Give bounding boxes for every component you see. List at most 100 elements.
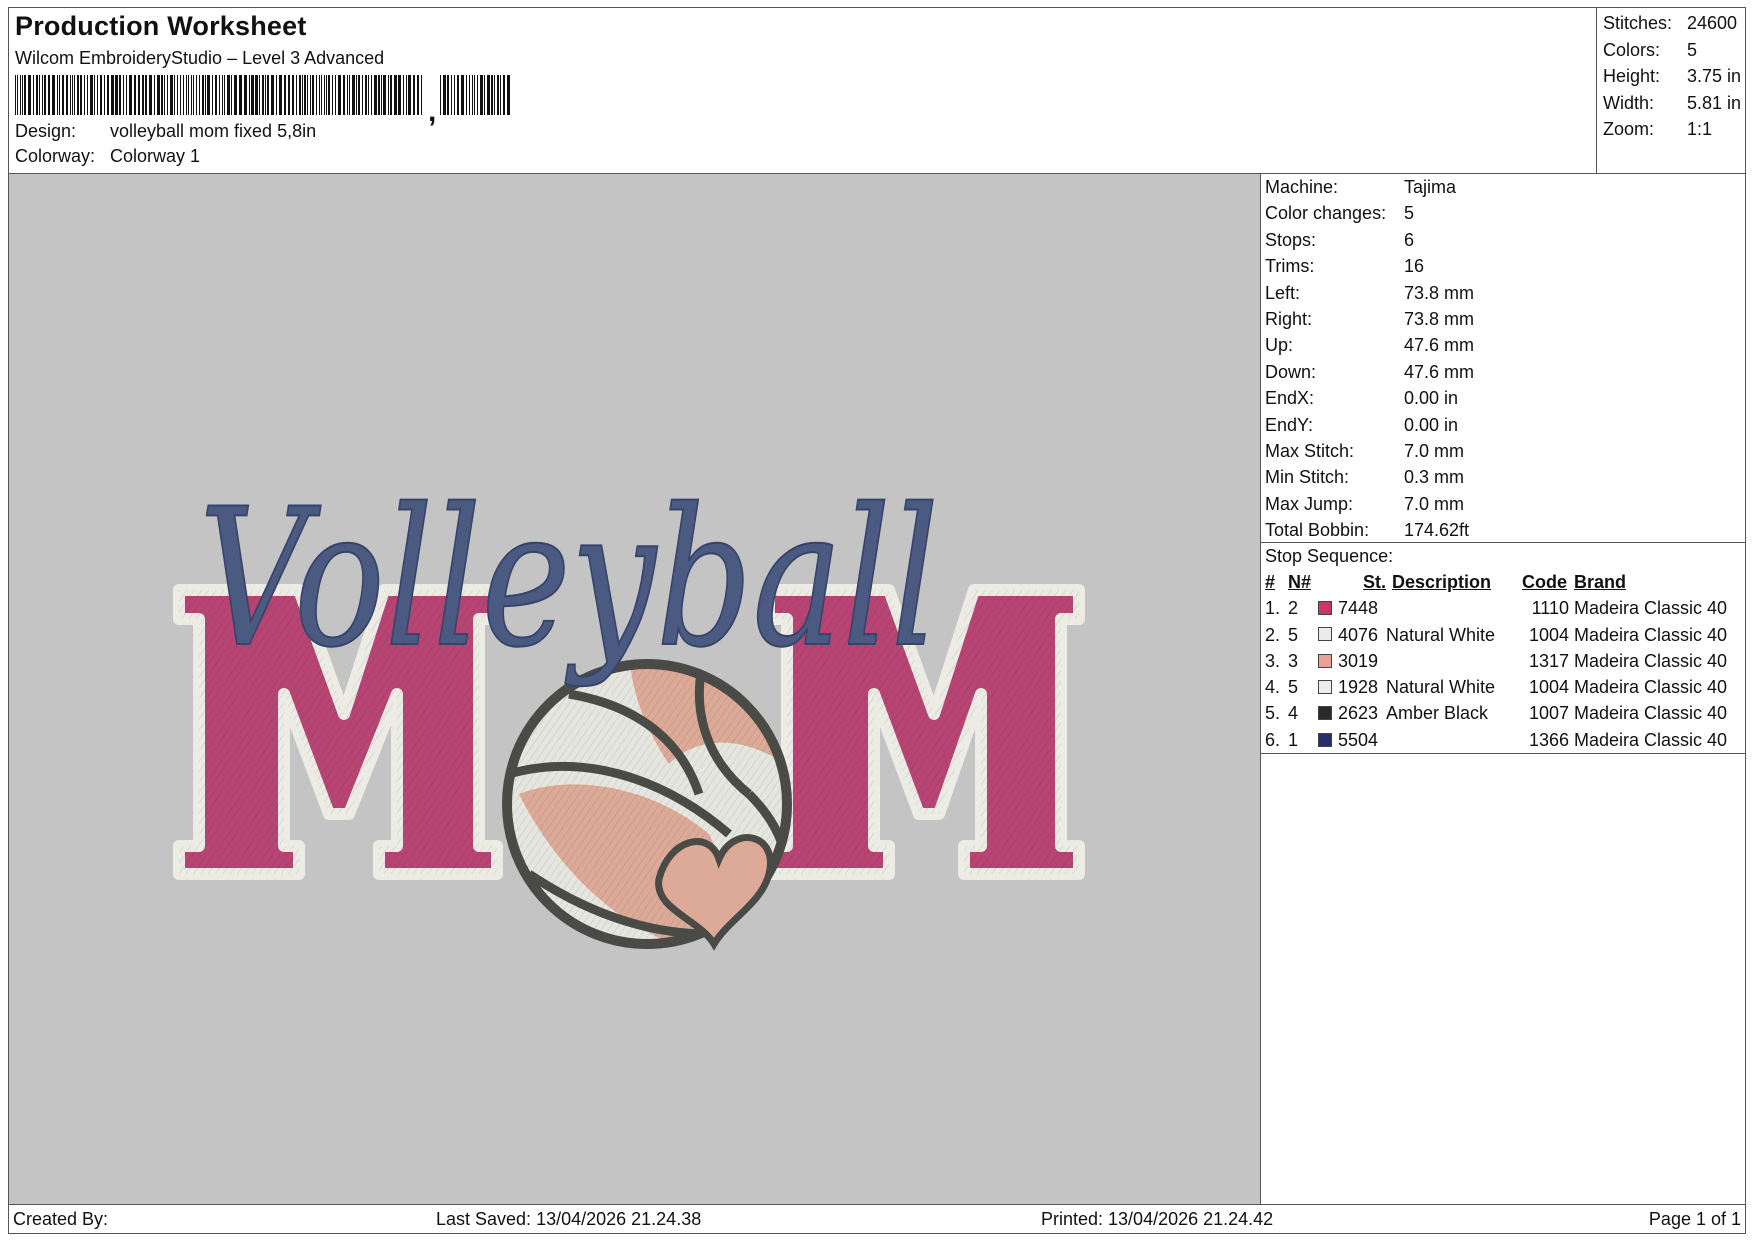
summary-row: Width: 5.81 in xyxy=(1603,90,1741,117)
info-value: 7.0 mm xyxy=(1404,493,1465,514)
stop-brand: Madeira Classic 40 xyxy=(1574,650,1728,671)
stop-brand: Madeira Classic 40 xyxy=(1574,729,1728,750)
info-value: 0.3 mm xyxy=(1404,467,1465,488)
info-label: Right: xyxy=(1265,308,1313,329)
stop-needle: 5 xyxy=(1288,677,1299,698)
machine-info-panel: Machine: Tajima Color changes: 5 Stops: 6 Trim… xyxy=(1260,173,1746,543)
last-saved: Last Saved: 13/04/2026 21.24.38 xyxy=(436,1209,702,1229)
design-preview: Volleyball xyxy=(8,173,1261,1205)
info-label: Trims: xyxy=(1265,256,1315,277)
page-title: Production Worksheet xyxy=(15,11,307,41)
colorway-label: Colorway: xyxy=(15,146,96,166)
machine-info-row: EndY: 0.00 in xyxy=(1261,412,1745,438)
col-num: # xyxy=(1265,572,1276,592)
stop-row: 4. 5 1928 Natural White 1004 Madeira Classic … xyxy=(1261,674,1745,700)
software-name: Wilcom EmbroideryStudio – Level 3 Advanc… xyxy=(15,48,385,68)
stop-sequence-panel: Stop Sequence: # N# St. Description Code… xyxy=(1260,542,1746,754)
stop-sequence-label: Stop Sequence: xyxy=(1265,546,1394,566)
stop-needle: 4 xyxy=(1288,703,1299,724)
stop-description xyxy=(1386,648,1516,674)
info-value: 16 xyxy=(1404,256,1425,277)
col-stitches: St. xyxy=(1362,572,1386,592)
worksheet-footer: Created By: Last Saved: 13/04/2026 21.24… xyxy=(8,1204,1746,1234)
stop-row: 3. 3 3019 1317 Madeira Classic 40 xyxy=(1261,648,1745,674)
thread-color-swatch xyxy=(1318,622,1338,648)
info-value: 73.8 mm xyxy=(1404,282,1475,303)
stop-stitches: 1928 xyxy=(1338,677,1379,698)
stop-brand: Madeira Classic 40 xyxy=(1574,677,1728,698)
stop-row: 6. 1 5504 1366 Madeira Classic 40 xyxy=(1261,727,1745,753)
stop-code: 1317 xyxy=(1528,650,1569,671)
info-value: 47.6 mm xyxy=(1404,335,1475,356)
stop-brand: Madeira Classic 40 xyxy=(1574,703,1728,724)
machine-info-row: Machine: Tajima xyxy=(1261,174,1745,200)
machine-info-row: Min Stitch: 0.3 mm xyxy=(1261,464,1745,490)
stop-code: 1004 xyxy=(1528,677,1569,698)
info-label: Total Bobbin: xyxy=(1265,520,1370,541)
stop-description: Natural White xyxy=(1386,677,1496,698)
info-label: Down: xyxy=(1265,361,1317,382)
worksheet-header: Production Worksheet Wilcom EmbroiderySt… xyxy=(8,7,1597,174)
machine-info-row: Max Stitch: 7.0 mm xyxy=(1261,438,1745,464)
summary-label: Stitches: xyxy=(1603,13,1673,33)
script-volleyball: Volleyball xyxy=(199,468,939,689)
stop-brand: Madeira Classic 40 xyxy=(1574,624,1728,645)
summary-row: Zoom: 1:1 xyxy=(1603,116,1741,143)
summary-value: 3.75 in xyxy=(1687,66,1742,86)
design-name: volleyball mom fixed 5,8in xyxy=(110,121,317,141)
machine-info-row: Up: 47.6 mm xyxy=(1261,332,1745,358)
summary-label: Height: xyxy=(1603,66,1661,86)
created-by: Created By: xyxy=(13,1209,109,1229)
design-row: Design: volleyball mom fixed 5,8in xyxy=(15,121,316,142)
stop-needle: 3 xyxy=(1288,650,1299,671)
stop-sequence-header: # N# St. Description Code Brand xyxy=(1261,569,1745,595)
info-value: 6 xyxy=(1404,229,1415,250)
info-label: Machine: xyxy=(1265,177,1339,197)
info-label: Min Stitch: xyxy=(1265,467,1350,488)
info-value: 0.00 in xyxy=(1404,388,1459,409)
stop-num: 3. xyxy=(1265,650,1281,671)
machine-info-row: Trims: 16 xyxy=(1261,253,1745,279)
empty-panel xyxy=(1260,753,1746,1205)
thread-color-swatch xyxy=(1318,727,1338,753)
page-number: Page 1 of 1 xyxy=(1648,1209,1741,1229)
thread-color-swatch xyxy=(1318,595,1338,621)
info-value: 7.0 mm xyxy=(1404,440,1465,461)
stop-brand: Madeira Classic 40 xyxy=(1574,598,1728,619)
stop-description: Natural White xyxy=(1386,624,1496,645)
stop-num: 5. xyxy=(1265,703,1281,724)
stop-num: 1. xyxy=(1265,598,1281,619)
stop-description xyxy=(1386,727,1516,753)
col-description: Description xyxy=(1392,572,1492,592)
info-label: Max Jump: xyxy=(1265,493,1354,514)
stop-num: 6. xyxy=(1265,729,1281,750)
stop-num: 2. xyxy=(1265,624,1281,645)
stop-row: 1. 2 7448 1110 Madeira Classic 40 xyxy=(1261,595,1745,621)
summary-value: 5 xyxy=(1687,39,1698,60)
info-label: Stops: xyxy=(1265,229,1317,250)
summary-value: 5.81 in xyxy=(1687,92,1742,113)
summary-label: Colors: xyxy=(1603,39,1661,60)
info-label: EndY: xyxy=(1265,414,1314,435)
info-label: Max Stitch: xyxy=(1265,440,1355,461)
stop-stitches: 3019 xyxy=(1338,650,1379,671)
machine-info-row: Right: 73.8 mm xyxy=(1261,306,1745,332)
info-value: 47.6 mm xyxy=(1404,361,1475,382)
stop-description: Amber Black xyxy=(1386,703,1489,724)
stop-code: 1004 xyxy=(1528,624,1569,645)
info-label: Left: xyxy=(1265,282,1301,303)
stop-stitches: 2623 xyxy=(1338,703,1379,724)
colorway-name: Colorway 1 xyxy=(110,146,201,166)
design-summary: Stitches: 24600 Colors: 5 Height: 3.75 in Widt… xyxy=(1596,7,1746,174)
stop-code: 1366 xyxy=(1528,729,1569,750)
summary-value: 1:1 xyxy=(1687,119,1713,139)
printed-date: Printed: 13/04/2026 21.24.42 xyxy=(1041,1209,1274,1229)
stop-stitches: 7448 xyxy=(1338,598,1379,619)
summary-row: Height: 3.75 in xyxy=(1603,63,1741,90)
stop-code: 1007 xyxy=(1528,703,1569,724)
machine-info-row: Down: 47.6 mm xyxy=(1261,359,1745,385)
summary-label: Width: xyxy=(1603,92,1655,113)
summary-label: Zoom: xyxy=(1603,119,1655,139)
stop-stitches: 5504 xyxy=(1338,729,1379,750)
col-brand: Brand xyxy=(1574,572,1627,592)
